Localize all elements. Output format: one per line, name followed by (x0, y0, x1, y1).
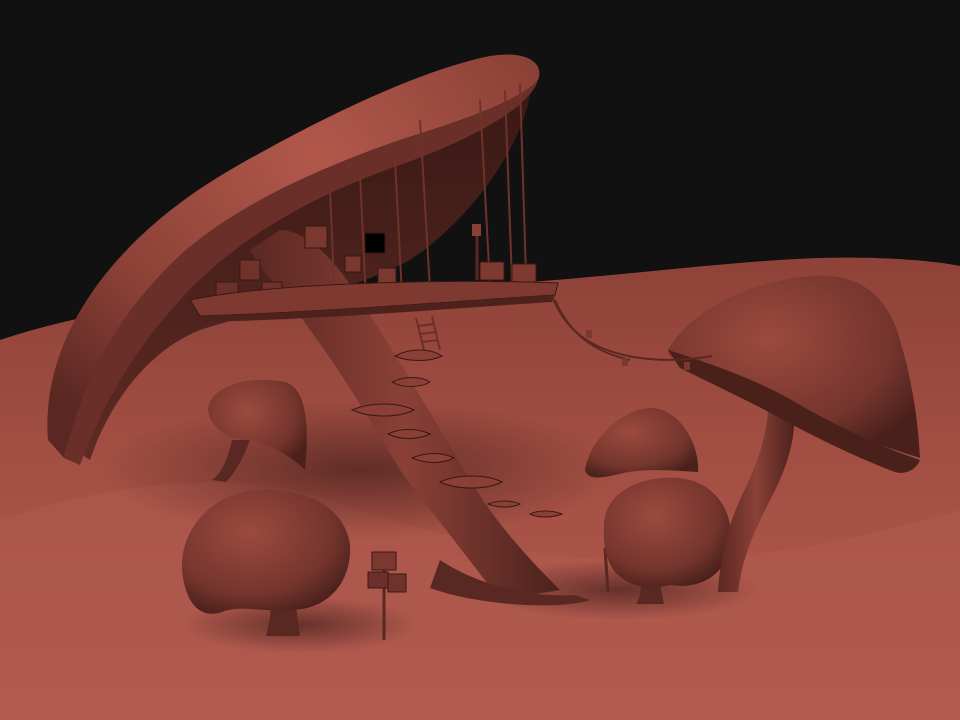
crate (479, 261, 505, 281)
shadow-main (100, 400, 620, 540)
crate (511, 263, 537, 283)
crate (239, 259, 261, 281)
crate (304, 225, 328, 249)
crate (364, 232, 386, 254)
mushroom-treehouse-scene (0, 0, 960, 720)
crate (344, 255, 362, 273)
